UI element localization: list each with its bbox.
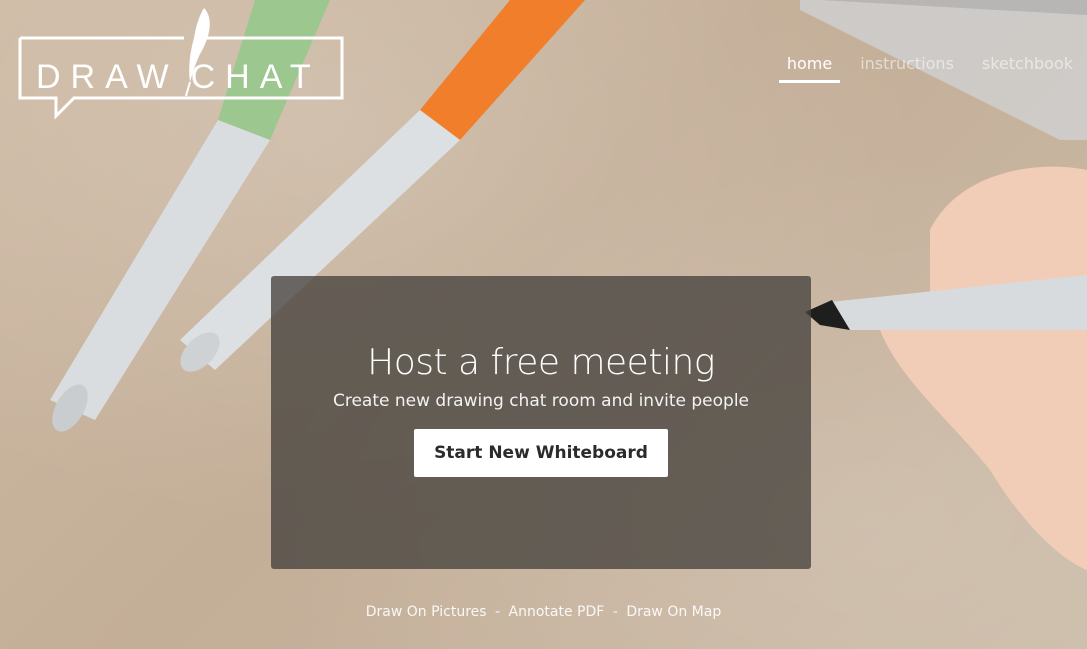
drawchat-logo[interactable]: DRAW CHAT [18,8,348,120]
nav-item-sketchbook[interactable]: sketchbook [982,54,1073,83]
nav-item-home[interactable]: home [778,54,841,83]
start-new-whiteboard-button[interactable]: Start New Whiteboard [414,429,668,477]
hand-with-marker-icon [805,166,1087,570]
logo-text-chat: CHAT [190,58,321,96]
footer-separator: - [495,604,501,620]
footer-separator: - [612,604,618,620]
hero-title: Host a free meeting [367,342,715,383]
hero-panel: Host a free meeting Create new drawing c… [271,276,811,569]
logo-text-draw: DRAW [36,58,179,96]
logo-text: DRAW CHAT [36,58,321,97]
main-nav: home instructions sketchbook [778,54,1073,83]
footer-link-draw-on-pictures[interactable]: Draw On Pictures [366,604,487,620]
nav-item-instructions[interactable]: instructions [860,54,954,83]
hero-subtitle: Create new drawing chat room and invite … [332,391,750,411]
footer-link-draw-on-map[interactable]: Draw On Map [626,604,721,620]
footer-links: Draw On Pictures - Annotate PDF - Draw O… [0,604,1087,620]
footer-link-annotate-pdf[interactable]: Annotate PDF [509,604,605,620]
